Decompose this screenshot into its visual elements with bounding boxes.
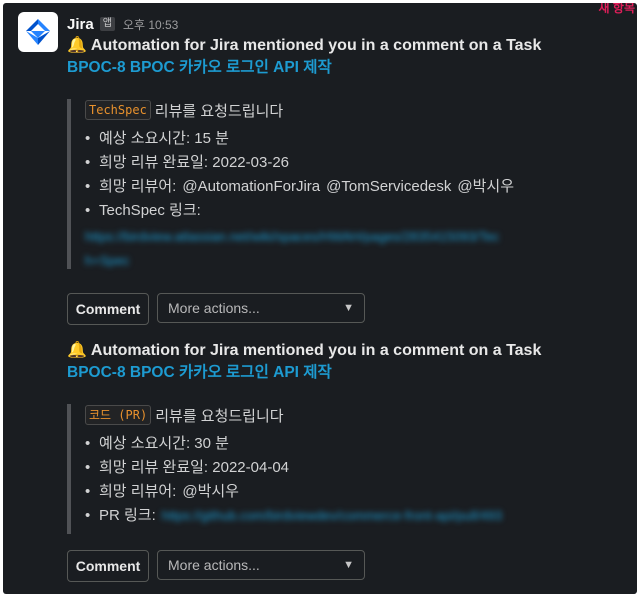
slack-message-panel: 새 항목 Jira 앱 오후 10:53 🔔 Automation for Ji… <box>3 3 637 594</box>
select-placeholder: More actions... <box>168 557 260 573</box>
list-item: • 희망 리뷰어: @AutomationForJira @TomServiced… <box>85 175 514 199</box>
list-item: • TechSpec 링크: <box>85 202 201 219</box>
list-item: • 예상 소요시간: 30 분 <box>85 435 229 452</box>
comment-quote-2: 코드 (PR) 리뷰를 요청드립니다 • 예상 소요시간: 30 분 • 희망 리뷰… <box>67 404 502 534</box>
action-row-2: Comment More actions... ▼ <box>67 550 365 582</box>
list-item: • 예상 소요시간: 15 분 <box>85 130 229 147</box>
new-items-badge: 새 항목 <box>598 3 635 15</box>
request-text: 리뷰를 요청드립니다 <box>155 407 284 425</box>
timestamp[interactable]: 오후 10:53 <box>123 16 178 33</box>
jira-logo-icon <box>26 19 50 45</box>
chevron-down-icon: ▼ <box>343 302 354 314</box>
action-row-1: Comment More actions... ▼ <box>67 293 365 325</box>
list-item: • PR 링크: https://github.com/birdviewdev/c… <box>85 504 502 528</box>
mention[interactable]: @AutomationForJira <box>182 175 320 199</box>
techspec-link-cont[interactable]: h+Spec <box>85 249 514 273</box>
more-actions-select[interactable]: More actions... ▼ <box>157 293 365 323</box>
message-header: Jira 앱 오후 10:53 <box>67 13 178 35</box>
detail-list: • 예상 소요시간: 15 분 • 희망 리뷰 완료일: 2022-03-26 • 희… <box>85 127 514 223</box>
code-tag: 코드 (PR) <box>85 405 152 425</box>
comment-button[interactable]: Comment <box>67 550 149 582</box>
detail-list: • 예상 소요시간: 30 분 • 희망 리뷰 완료일: 2022-04-04 • 희… <box>85 432 502 528</box>
techspec-link[interactable]: https://birdview.atlassian.net/wiki/spac… <box>85 225 514 249</box>
code-tag: TechSpec <box>85 100 151 120</box>
app-badge: 앱 <box>99 17 115 31</box>
mention[interactable]: @TomServicedesk <box>326 175 451 199</box>
mention[interactable]: @박시우 <box>457 175 514 199</box>
jira-avatar[interactable] <box>18 12 58 52</box>
issue-link[interactable]: BPOC-8 BPOC 카카오 로그인 API 제작 <box>67 57 541 79</box>
chevron-down-icon: ▼ <box>343 559 354 571</box>
issue-link[interactable]: BPOC-8 BPOC 카카오 로그인 API 제작 <box>67 362 541 384</box>
list-item: • 희망 리뷰 완료일: 2022-03-26 <box>85 154 289 171</box>
comment-quote-1: TechSpec 리뷰를 요청드립니다 • 예상 소요시간: 15 분 • 희망 리… <box>67 99 514 269</box>
pr-link[interactable]: https://github.com/birdviewdev/commerce-… <box>162 504 502 528</box>
bell-icon: 🔔 <box>67 37 87 54</box>
app-name[interactable]: Jira <box>67 16 94 33</box>
list-item: • 희망 리뷰 완료일: 2022-04-04 <box>85 459 289 476</box>
mention[interactable]: @박시우 <box>182 480 239 504</box>
request-text: 리뷰를 요청드립니다 <box>154 102 284 120</box>
list-item: • 희망 리뷰어: @박시우 <box>85 480 502 504</box>
comment-button[interactable]: Comment <box>67 293 149 325</box>
message-title: Automation for Jira mentioned you in a c… <box>90 342 542 359</box>
more-actions-select[interactable]: More actions... ▼ <box>157 550 365 580</box>
bell-icon: 🔔 <box>67 342 87 359</box>
message-title: Automation for Jira mentioned you in a c… <box>90 37 542 54</box>
message-1: 🔔 Automation for Jira mentioned you in a… <box>67 35 541 79</box>
select-placeholder: More actions... <box>168 300 260 316</box>
message-2: 🔔 Automation for Jira mentioned you in a… <box>67 340 541 384</box>
